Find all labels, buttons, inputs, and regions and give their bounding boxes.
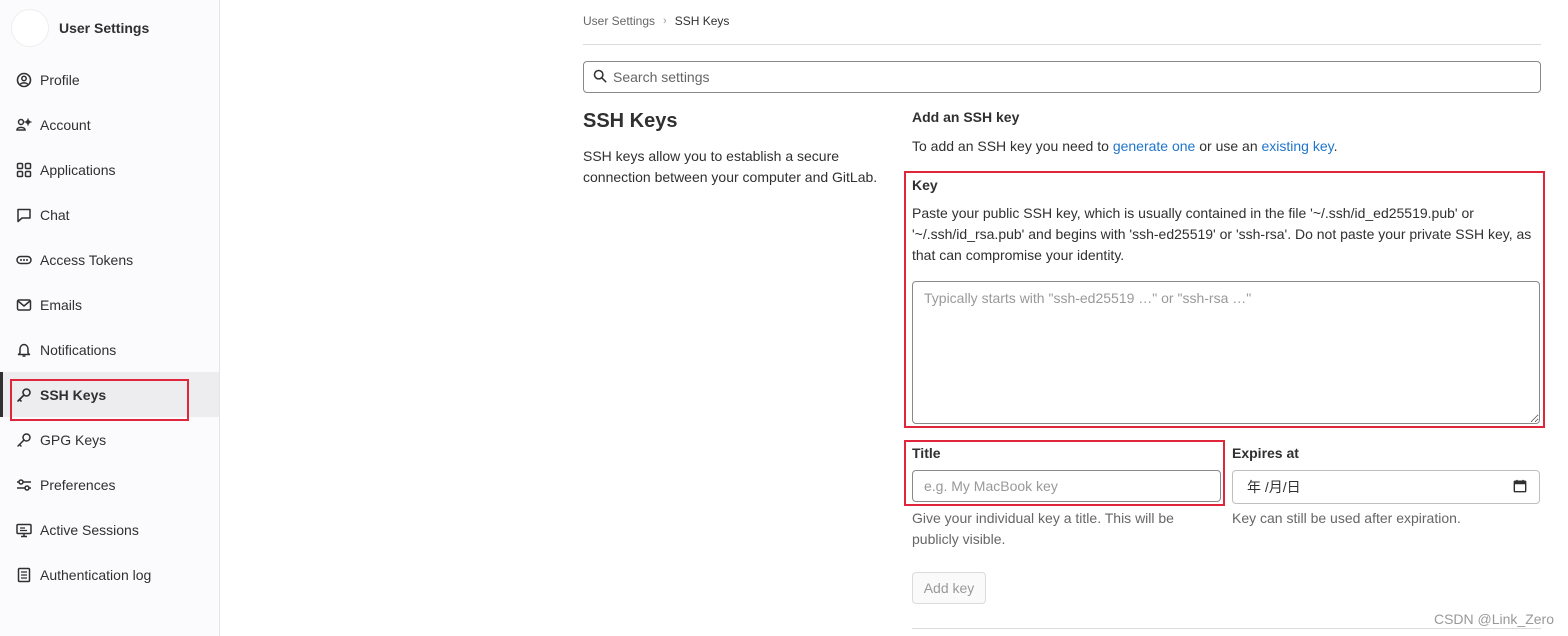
chevron-right-icon: › — [663, 15, 667, 27]
token-icon — [16, 252, 32, 268]
key-textarea[interactable] — [912, 281, 1540, 424]
expires-date-input[interactable]: 年 /月/日 — [1232, 470, 1540, 504]
avatar[interactable] — [11, 9, 49, 47]
sidebar-item-ssh-keys[interactable]: SSH Keys — [0, 372, 219, 417]
account-icon — [16, 117, 32, 133]
section-description: SSH keys allow you to establish a secure… — [583, 148, 878, 185]
form-intro-middle: or use an — [1195, 138, 1262, 154]
form-heading: Add an SSH key — [912, 109, 1020, 125]
page-title: SSH Keys — [583, 110, 678, 132]
date-input-value: 年 /月/日 — [1247, 479, 1301, 495]
sidebar-nav: Profile Account Applications Chat Access… — [0, 57, 219, 597]
sidebar-item-access-tokens[interactable]: Access Tokens — [0, 237, 219, 282]
sidebar-item-label: SSH Keys — [40, 386, 107, 403]
sidebar-item-gpg-keys[interactable]: GPG Keys — [0, 417, 219, 462]
sidebar-item-account[interactable]: Account — [0, 102, 219, 147]
sidebar-item-label: Preferences — [40, 476, 116, 493]
existing-key-link[interactable]: existing key — [1262, 138, 1334, 154]
key-icon — [16, 387, 32, 403]
sidebar-item-emails[interactable]: Emails — [0, 282, 219, 327]
key-help-text: Paste your public SSH key, which is usua… — [912, 205, 1532, 263]
breadcrumb: User Settings › SSH Keys — [583, 14, 729, 28]
breadcrumb-user-settings[interactable]: User Settings — [583, 14, 655, 28]
breadcrumb-current[interactable]: SSH Keys — [675, 14, 730, 28]
key-label: Key — [912, 177, 938, 193]
sidebar-item-label: Notifications — [40, 341, 117, 358]
expires-label: Expires at — [1232, 445, 1299, 461]
sidebar-item-label: Profile — [40, 71, 80, 88]
sidebar-item-chat[interactable]: Chat — [0, 192, 219, 237]
profile-icon — [16, 72, 32, 88]
search-box — [583, 61, 1541, 93]
header-divider — [583, 44, 1541, 45]
sidebar-item-label: Access Tokens — [40, 251, 134, 268]
sidebar-item-label: Authentication log — [40, 566, 152, 583]
search-input[interactable] — [613, 69, 1513, 85]
title-input[interactable] — [912, 470, 1221, 502]
sidebar-item-active-sessions[interactable]: Active Sessions — [0, 507, 219, 552]
calendar-icon[interactable] — [1513, 479, 1527, 496]
form-intro: To add an SSH key you need to generate o… — [912, 138, 1338, 154]
sidebar-item-label: Emails — [40, 296, 83, 313]
sidebar-title: User Settings — [59, 20, 150, 36]
sidebar: User Settings Profile Account Applicatio… — [0, 0, 220, 636]
generate-one-link[interactable]: generate one — [1113, 138, 1196, 154]
log-icon — [16, 567, 32, 583]
form-intro-prefix: To add an SSH key you need to — [912, 138, 1113, 154]
add-key-button[interactable]: Add key — [912, 572, 986, 604]
sidebar-item-notifications[interactable]: Notifications — [0, 327, 219, 372]
monitor-icon — [16, 522, 32, 538]
search-icon — [593, 69, 607, 86]
sidebar-item-label: GPG Keys — [40, 431, 107, 448]
title-label: Title — [912, 445, 941, 461]
sidebar-item-profile[interactable]: Profile — [0, 57, 219, 102]
form-intro-suffix: . — [1333, 138, 1338, 154]
chat-icon — [16, 207, 32, 223]
preferences-icon — [16, 477, 32, 493]
sidebar-item-authentication-log[interactable]: Authentication log — [0, 552, 219, 597]
mail-icon — [16, 297, 32, 313]
sidebar-item-label: Active Sessions — [40, 521, 139, 538]
sidebar-item-preferences[interactable]: Preferences — [0, 462, 219, 507]
sidebar-item-label: Account — [40, 116, 91, 133]
bell-icon — [16, 342, 32, 358]
watermark: CSDN @Link_Zero — [1433, 611, 1554, 627]
key-icon — [16, 432, 32, 448]
sidebar-item-label: Applications — [40, 161, 116, 178]
title-help-text: Give your individual key a title. This w… — [912, 510, 1174, 547]
sidebar-item-applications[interactable]: Applications — [0, 147, 219, 192]
bottom-divider — [912, 628, 1541, 629]
expires-help-text: Key can still be used after expiration. — [1232, 510, 1461, 526]
sidebar-item-label: Chat — [40, 206, 70, 223]
sidebar-header: User Settings — [0, 0, 219, 56]
applications-icon — [16, 162, 32, 178]
